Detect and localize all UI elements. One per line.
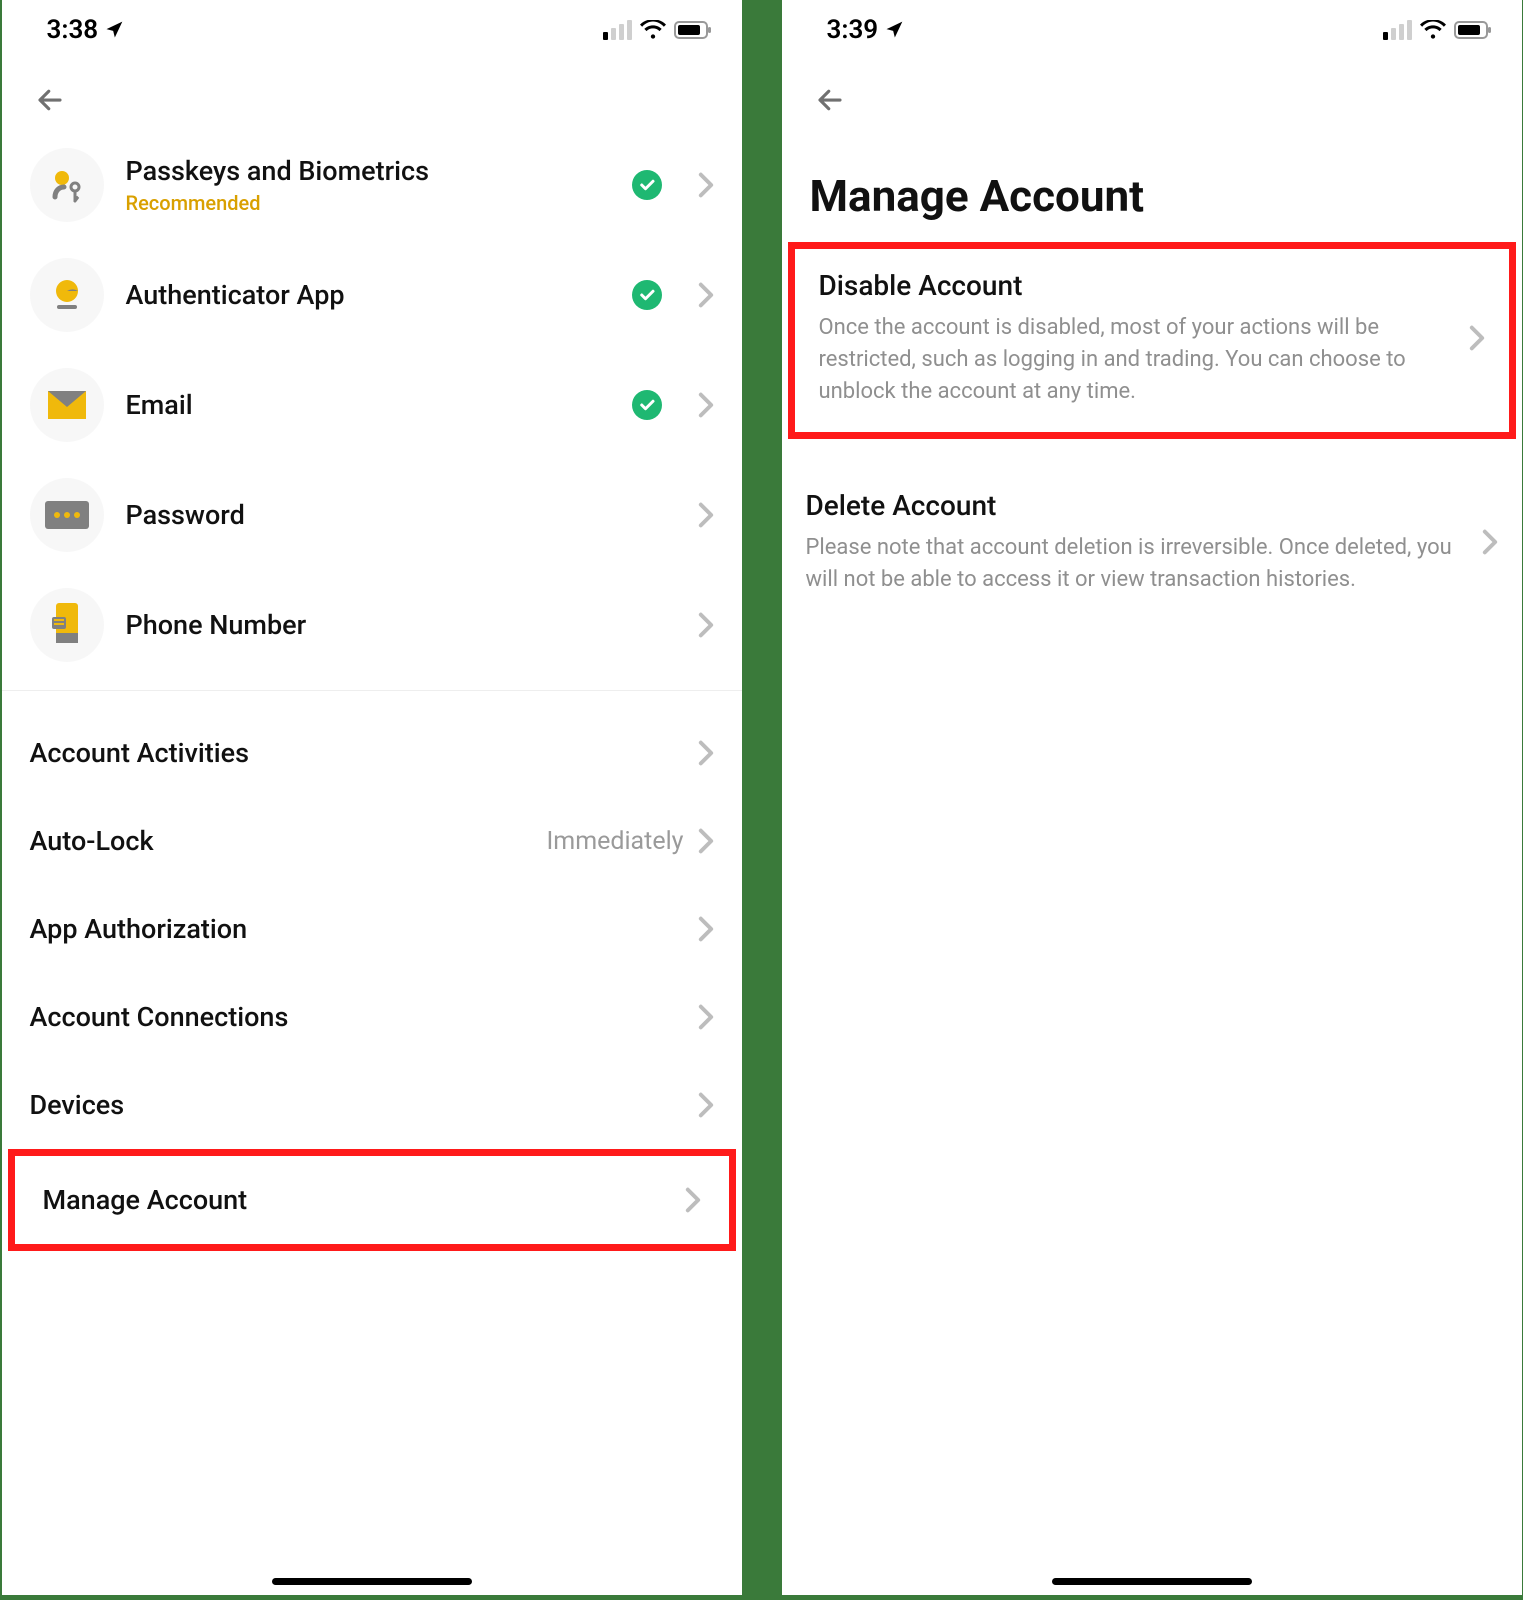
authapp-icon (30, 258, 104, 332)
settings-item-autolock[interactable]: Auto-LockImmediately (2, 797, 742, 885)
settings-item-label: Manage Account (43, 1184, 685, 1216)
settings-item-label: App Authorization (30, 913, 698, 945)
manage-option-delete[interactable]: Delete Account Please note that account d… (782, 469, 1522, 620)
settings-item-devices[interactable]: Devices (2, 1061, 742, 1149)
chevron-right-icon (698, 828, 714, 854)
cell-signal-icon (1383, 20, 1412, 40)
chevron-right-icon (698, 916, 714, 942)
settings-item-activities[interactable]: Account Activities (2, 709, 742, 797)
option-description: Once the account is disabled, most of yo… (819, 312, 1453, 408)
arrow-left-icon (815, 85, 845, 115)
cell-signal-icon (603, 20, 632, 40)
settings-item-connections[interactable]: Account Connections (2, 973, 742, 1061)
back-button[interactable] (30, 80, 70, 120)
status-time: 3:39 (827, 15, 879, 45)
arrow-left-icon (35, 85, 65, 115)
security-item-phone[interactable]: Phone Number (2, 570, 742, 680)
chevron-right-icon (1469, 325, 1485, 351)
settings-item-value: Immediately (546, 827, 683, 856)
enabled-check-icon (632, 280, 662, 310)
option-description: Please note that account deletion is irr… (806, 532, 1466, 596)
check-icon (638, 286, 656, 304)
settings-item-appauth[interactable]: App Authorization (2, 885, 742, 973)
chevron-right-icon (698, 502, 714, 528)
back-button[interactable] (810, 80, 850, 120)
enabled-check-icon (632, 170, 662, 200)
location-icon (104, 20, 124, 40)
wifi-icon (640, 20, 666, 40)
security-item-label: Passkeys and BiometricsRecommended (126, 155, 610, 215)
chevron-right-icon (698, 612, 714, 638)
chevron-right-icon (685, 1187, 701, 1213)
settings-item-manage[interactable]: Manage Account (15, 1156, 729, 1244)
wifi-icon (1420, 20, 1446, 40)
screen-manage-account: 3:39 Manage Account (782, 0, 1522, 1595)
chevron-right-icon (698, 1092, 714, 1118)
home-indicator[interactable] (1052, 1578, 1252, 1585)
settings-item-label: Devices (30, 1089, 698, 1121)
phone-icon (30, 588, 104, 662)
option-title: Disable Account (819, 269, 1453, 302)
recommended-badge: Recommended (126, 191, 610, 215)
security-item-email[interactable]: Email (2, 350, 742, 460)
nav-bar (782, 60, 1522, 130)
battery-icon (674, 20, 712, 40)
security-item-authapp[interactable]: Authenticator App (2, 240, 742, 350)
highlight-box: Manage Account (8, 1149, 736, 1251)
chevron-right-icon (1482, 529, 1498, 555)
security-item-label: Email (126, 389, 610, 421)
page-title: Manage Account (782, 130, 1522, 242)
enabled-check-icon (632, 390, 662, 420)
passkeys-icon (30, 148, 104, 222)
security-item-label: Password (126, 499, 676, 531)
status-bar: 3:38 (2, 0, 742, 60)
chevron-right-icon (698, 392, 714, 418)
chevron-right-icon (698, 740, 714, 766)
security-item-passkeys[interactable]: Passkeys and BiometricsRecommended (2, 130, 742, 240)
security-item-label: Phone Number (126, 609, 676, 641)
chevron-right-icon (698, 172, 714, 198)
settings-item-label: Account Activities (30, 737, 698, 769)
battery-icon (1454, 20, 1492, 40)
screen-security-settings: 3:38 Passkeys and B (2, 0, 742, 1595)
check-icon (638, 396, 656, 414)
settings-item-label: Auto-Lock (30, 825, 547, 857)
chevron-right-icon (698, 282, 714, 308)
status-time: 3:38 (47, 15, 99, 45)
chevron-right-icon (698, 1004, 714, 1030)
security-item-label: Authenticator App (126, 279, 610, 311)
password-icon (30, 478, 104, 552)
option-title: Delete Account (806, 489, 1466, 522)
check-icon (638, 176, 656, 194)
location-icon (884, 20, 904, 40)
highlight-box: Disable Account Once the account is disab… (788, 242, 1516, 439)
manage-option-disable[interactable]: Disable Account Once the account is disab… (795, 249, 1509, 432)
nav-bar (2, 60, 742, 130)
security-item-password[interactable]: Password (2, 460, 742, 570)
email-icon (30, 368, 104, 442)
status-bar: 3:39 (782, 0, 1522, 60)
home-indicator[interactable] (272, 1578, 472, 1585)
settings-item-label: Account Connections (30, 1001, 698, 1033)
